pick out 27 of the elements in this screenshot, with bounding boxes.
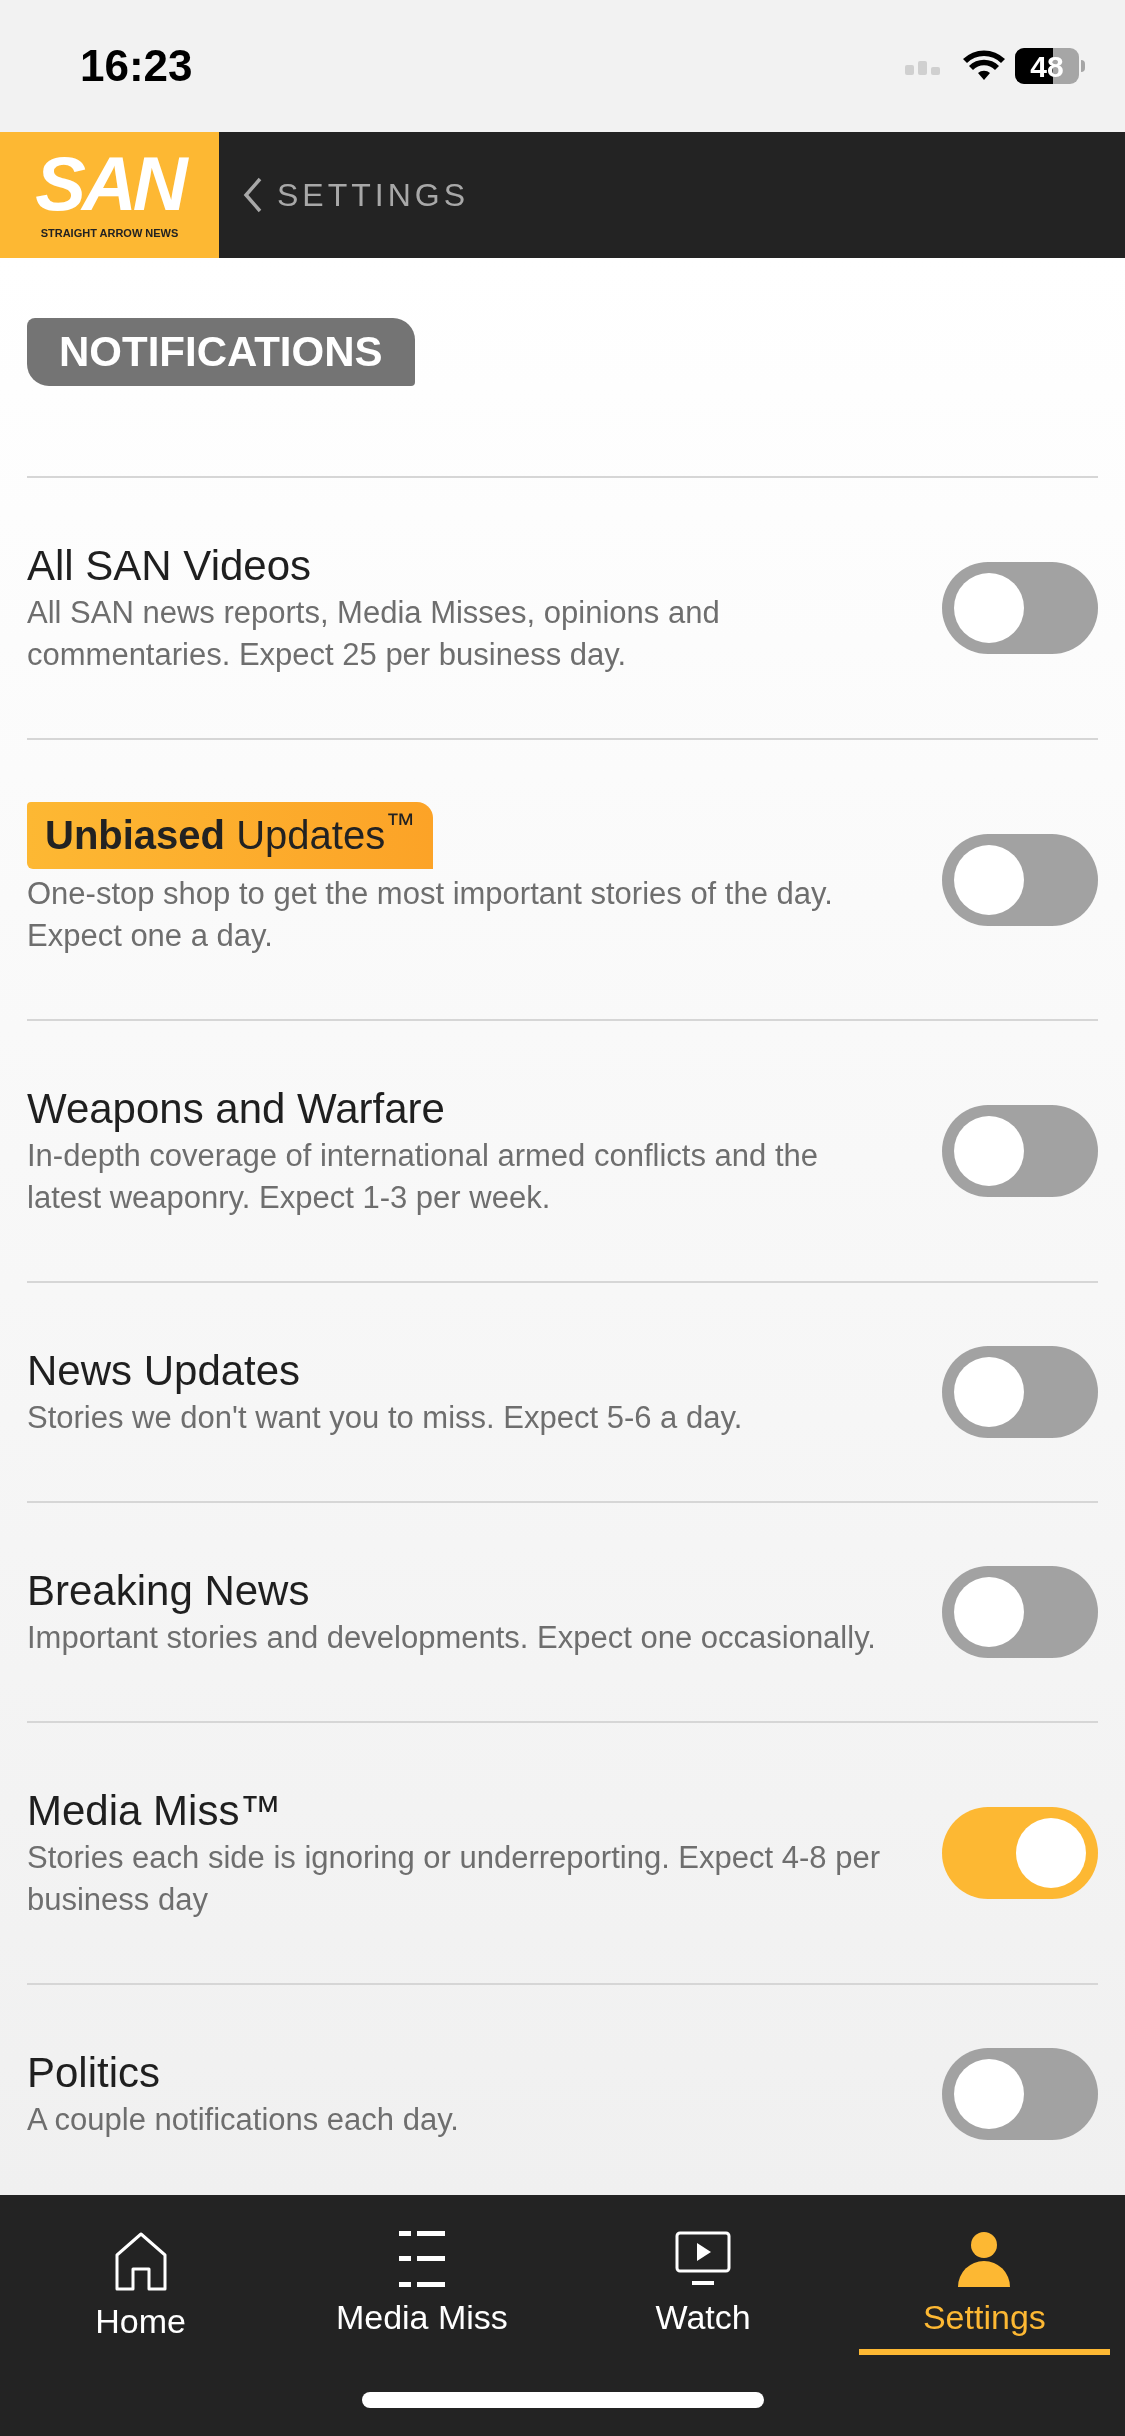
notification-title: Media Miss™ <box>27 1786 282 1836</box>
back-button[interactable]: SETTINGS <box>243 171 469 219</box>
status-time: 16:23 <box>80 40 193 92</box>
notification-description: Important stories and developments. Expect one occasionally. <box>27 1619 876 1657</box>
notification-title: News Updates <box>27 1346 301 1396</box>
notification-description: All SAN news reports, Media Misses, opinions and commentaries. Expect 25 per business day. <box>27 594 721 674</box>
person-icon <box>956 2231 1013 2287</box>
monitor-play-icon <box>675 2231 732 2287</box>
wifi-icon <box>963 50 1005 82</box>
notification-description: One-stop shop to get the most important stories of the day. Expect one a day. <box>27 875 834 955</box>
notification-description: Stories each side is ignoring or underreporting. Expect 4-8 per business day <box>27 1839 881 1919</box>
notification-description: In-depth coverage of international armed conflicts and the latest weaponry. Expect 1-3 per week. <box>27 1137 819 1217</box>
section-label: NOTIFICATIONS <box>27 318 415 386</box>
tab-bar-item[interactable]: Settings <box>858 2231 1110 2355</box>
tab-bar-item[interactable]: Home <box>15 2231 267 2355</box>
logo: SAN STRAIGHT ARROW NEWS <box>0 132 219 258</box>
notification-description: A couple notifications each day. <box>27 2101 459 2139</box>
notification-title: Breaking News <box>27 1566 310 1616</box>
notification-title: All SAN Videos <box>27 541 312 591</box>
notification-title: Weapons and Warfare <box>27 1084 445 1134</box>
chevron-left-icon <box>243 177 263 213</box>
badge-title: Unbiased Updates$^{™}$ <box>27 802 434 869</box>
tab-bar-item[interactable]: Media Miss <box>296 2231 548 2355</box>
list-icon <box>398 2231 445 2287</box>
notification-title: Politics <box>27 2048 161 2098</box>
notification-description: Stories we don't want you to miss. Expect 5-6 a day. <box>27 1399 743 1437</box>
tab-bar-item[interactable]: Watch <box>577 2231 829 2355</box>
